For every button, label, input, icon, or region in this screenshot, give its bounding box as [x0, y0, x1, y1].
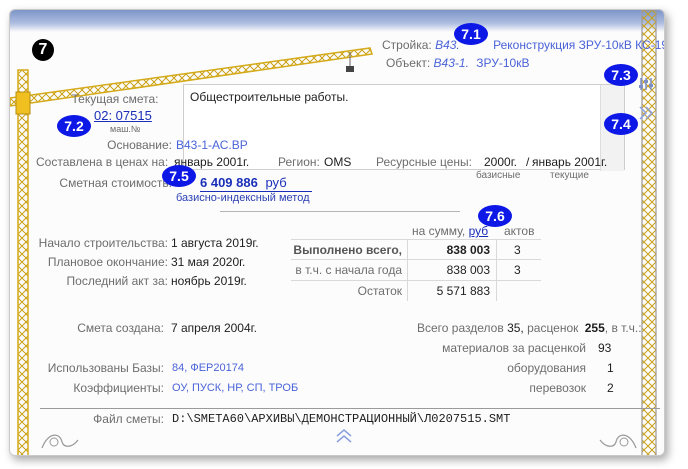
- estimate-number-caption: маш.№: [110, 124, 141, 134]
- sections-label: Всего разделов: [417, 321, 504, 335]
- section-marker-7: 7: [32, 39, 54, 61]
- materials-value: 93: [598, 341, 612, 355]
- marker-7-2: 7.2: [57, 115, 91, 137]
- settings-sliders-icon[interactable]: [638, 76, 654, 92]
- end-label: Плановое окончание:: [47, 255, 168, 269]
- object-label: Объект:: [386, 56, 431, 70]
- coefficients-label: Коэффициенты:: [73, 381, 164, 395]
- progress-row-label: Выполнено всего,: [293, 243, 402, 257]
- object-name[interactable]: ЗРУ-10кВ: [476, 56, 529, 70]
- resource-base-value: 2000г.: [484, 155, 517, 169]
- resource-current-value: январь 2001г.: [532, 155, 608, 169]
- progress-row-sum: 838 003: [446, 263, 490, 277]
- table-line-2: [291, 280, 541, 281]
- resource-current-caption: текущие: [550, 170, 589, 181]
- basis-label: Основание:: [107, 138, 172, 152]
- marker-7-1: 7.1: [454, 23, 488, 45]
- table-vline-1: [407, 239, 408, 301]
- progress-row-sum: 838 003: [446, 243, 490, 257]
- start-value: 1 августа 2019г.: [171, 236, 259, 250]
- materials-label: материалов за расценкой: [442, 341, 586, 355]
- created-value: 7 апреля 2004г.: [171, 321, 257, 335]
- bases-value[interactable]: 84, ФЕР20174: [172, 362, 244, 374]
- file-label: Файл сметы:: [93, 412, 164, 426]
- current-estimate-label: Текущая смета:: [71, 92, 159, 106]
- progress-row-label: Остаток: [357, 284, 402, 298]
- table-line-1: [291, 259, 541, 260]
- region-label: Регион:: [278, 155, 320, 169]
- start-label: Начало строительства:: [38, 236, 168, 250]
- object-code[interactable]: В43-1.: [434, 56, 469, 70]
- rates-label: расценок: [527, 321, 579, 335]
- progress-row-acts: 3: [514, 243, 521, 257]
- marker-7-4: 7.4: [604, 113, 638, 135]
- basis-value[interactable]: В43-1-АС.ВР: [176, 138, 248, 152]
- created-label: Смета создана:: [77, 321, 164, 335]
- rates-suffix: , в т.ч.:: [604, 321, 642, 335]
- cost-label: Сметная стоимость:: [59, 176, 172, 190]
- resource-separator: /: [526, 155, 530, 169]
- corner-ornament-right-icon: [599, 434, 637, 449]
- progress-row-acts: 3: [514, 263, 521, 277]
- estimate-description: Общестроительные работы.: [190, 90, 349, 104]
- estimate-info-panel: 7 Стройка: В43. Реконструкция ЗРУ-10кВ К…: [9, 9, 665, 456]
- estimate-number-link[interactable]: 02: 07515: [94, 108, 152, 123]
- expand-right-icon[interactable]: [638, 106, 654, 120]
- marker-7-6: 7.6: [478, 205, 512, 227]
- region-value: OMS: [324, 155, 352, 169]
- construction-label: Стройка:: [382, 38, 432, 52]
- coefficients-value[interactable]: ОУ, ПУСК, НР, СП, ТРОБ: [172, 382, 298, 394]
- end-value: 31 мая 2020г.: [171, 255, 246, 269]
- corner-ornament-left-icon: [41, 434, 79, 449]
- bases-label: Использованы Базы:: [47, 361, 164, 375]
- marker-7-3: 7.3: [604, 64, 638, 86]
- marker-7-5: 7.5: [162, 165, 196, 187]
- sections-value: 35,: [507, 321, 524, 335]
- construction-line: Стройка: В43. Реконструкция ЗРУ-10кВ КС-…: [382, 38, 664, 52]
- cost-value: 6 409 886: [200, 175, 258, 190]
- last-act-label: Последний акт за:: [66, 274, 168, 288]
- transport-value: 2: [607, 381, 614, 395]
- prices-label: Составлена в ценах на:: [36, 155, 169, 169]
- sum-column-label: на сумму,: [412, 224, 466, 238]
- equipment-value: 1: [607, 361, 614, 375]
- last-act-value: ноябрь 2019г.: [171, 274, 247, 288]
- table-line-top: [291, 239, 541, 240]
- transport-label: перевозок: [529, 381, 586, 395]
- progress-row-sum: 5 571 883: [436, 284, 490, 298]
- table-vline-2: [496, 239, 497, 301]
- resource-base-caption: базисные: [476, 170, 521, 181]
- collapse-up-icon[interactable]: [336, 429, 352, 443]
- cost-method: базисно-индексный метод: [176, 192, 310, 204]
- progress-row-label: в т.ч. с начала года: [295, 263, 402, 277]
- sum-column-header: на сумму, руб: [412, 224, 488, 238]
- acts-column-header: актов: [504, 224, 535, 238]
- rates-value: 255: [584, 321, 605, 335]
- object-line: Объект: В43-1. ЗРУ-10кВ: [386, 56, 529, 70]
- construction-name[interactable]: Реконструкция ЗРУ-10кВ КС-19: [493, 38, 664, 52]
- sections-rates-line: Всего разделов 35, расценок 255, в т.ч.:: [417, 321, 642, 335]
- sum-unit-link[interactable]: руб: [469, 224, 489, 238]
- equipment-label: оборудования: [507, 361, 586, 375]
- section-divider: [220, 211, 460, 212]
- file-path: D:\SMETA60\АРХИВЫ\ДЕМОНСТРАЦИОННЫЙ\Л0207…: [172, 412, 511, 426]
- bottom-divider: [40, 408, 660, 409]
- cost-value-link[interactable]: 6 409 886 руб: [200, 175, 312, 192]
- cost-unit: руб: [265, 175, 287, 190]
- resource-prices-label: Ресурсные цены:: [376, 155, 472, 169]
